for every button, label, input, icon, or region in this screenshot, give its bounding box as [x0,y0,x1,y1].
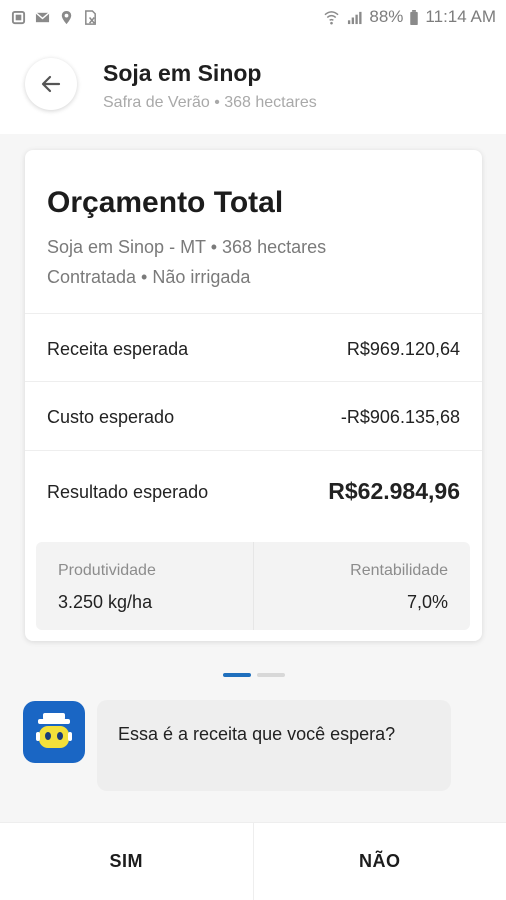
mail-icon [34,10,51,25]
app-header: Soja em Sinop Safra de Verão • 368 hecta… [0,34,506,134]
revenue-label: Receita esperada [47,339,189,359]
wifi-icon [323,10,340,25]
arrow-left-icon [41,75,61,93]
profitability-label: Rentabilidade [350,562,448,579]
status-bar-right: 88% 11:14 AM [323,7,496,27]
card-title: Orçamento Total [47,186,284,219]
card-location-line: Soja em Sinop - MT • 368 hectares [47,237,327,257]
cost-label: Custo esperado [47,407,175,427]
chat-message-bubble: Essa é a receita que você espera? [97,700,451,791]
profitability-value: 7,0% [406,592,448,612]
notification-icon [10,10,27,25]
page-title: Soja em Sinop [103,60,262,86]
battery-icon [409,9,419,25]
result-label: Resultado esperado [47,482,209,502]
location-icon [58,10,75,25]
no-sim-icon [82,9,99,25]
pager-dot[interactable] [257,673,285,677]
budget-card[interactable]: Orçamento Total Soja em Sinop - MT • 368… [25,150,482,641]
battery-percent: 88% [369,7,404,26]
stats-panel: Produtividade 3.250 kg/ha Rentabilidade … [36,542,470,630]
status-bar-left [10,9,99,25]
page-subtitle: Safra de Verão • 368 hectares [103,94,317,111]
yes-button[interactable]: SIM [0,823,254,900]
result-value: R$62.984,96 [328,478,460,504]
productivity-value: 3.250 kg/ha [58,592,153,612]
no-button[interactable]: NÃO [254,823,506,900]
divider [25,381,482,382]
productivity-label: Produtividade [58,562,156,579]
clock: 11:14 AM [425,7,496,26]
cost-value: -R$906.135,68 [340,407,460,427]
back-button[interactable] [25,58,77,110]
status-bar: 88% 11:14 AM [0,0,506,34]
divider [25,313,482,314]
stats-divider [253,542,254,630]
pager-dot-active[interactable] [223,673,251,677]
revenue-value: R$969.120,64 [346,339,460,359]
action-bar: SIM NÃO [0,822,506,900]
robot-assistant-icon [23,701,85,763]
signal-icon [346,10,363,25]
card-contract-line: Contratada • Não irrigada [47,267,251,287]
carousel-pager [223,673,285,677]
divider [25,450,482,451]
